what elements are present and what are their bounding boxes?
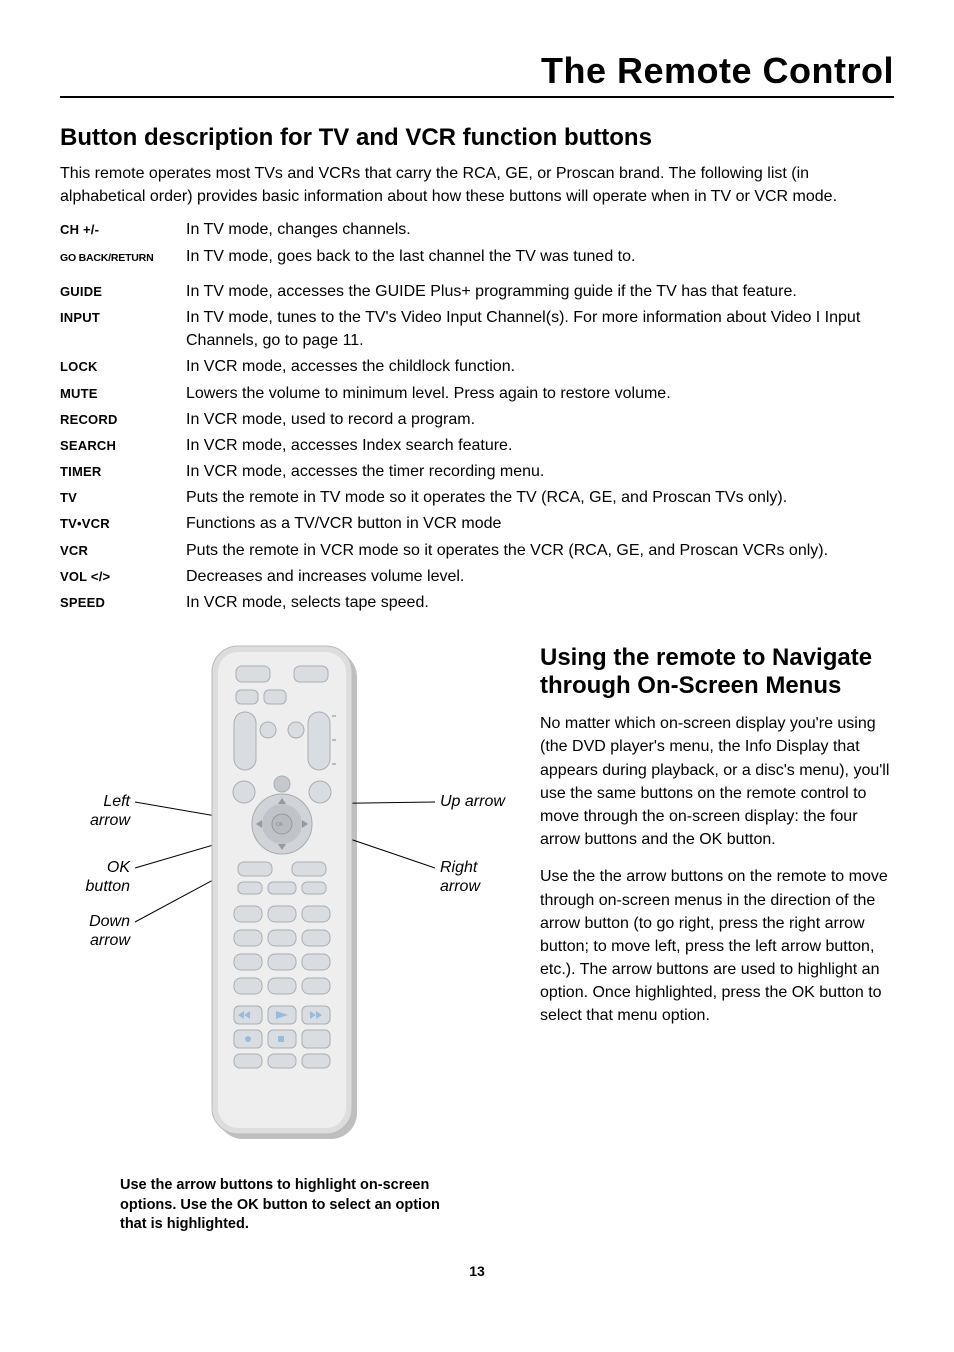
label-ok-button: OK button — [60, 858, 130, 896]
def-desc: In VCR mode, accesses the timer recordin… — [186, 460, 894, 483]
def-row: TVPuts the remote in TV mode so it opera… — [60, 486, 894, 509]
figure-caption: Use the arrow buttons to highlight on-sc… — [120, 1176, 450, 1235]
label-right-arrow: Right arrow — [440, 858, 520, 896]
def-desc: Lowers the volume to minimum level. Pres… — [186, 382, 894, 405]
label-down-arrow: Down arrow — [60, 912, 130, 950]
def-desc: In VCR mode, used to record a program. — [186, 408, 894, 431]
manual-page: The Remote Control Button description fo… — [0, 0, 954, 1309]
def-term: TV•VCR — [60, 516, 186, 531]
def-term: VOL </> — [60, 569, 186, 584]
def-row: SEARCHIn VCR mode, accesses Index search… — [60, 434, 894, 457]
def-row: GO BACK/RETURNIn TV mode, goes back to t… — [60, 245, 894, 268]
button-definition-list: CH +/-In TV mode, changes channels.GO BA… — [60, 218, 894, 614]
remote-control-icon: OK — [210, 644, 360, 1144]
def-term: TV — [60, 490, 186, 505]
def-term: CH +/- — [60, 222, 186, 237]
page-title: The Remote Control — [60, 50, 894, 98]
label-up-arrow: Up arrow — [440, 792, 520, 811]
svg-text:OK: OK — [276, 822, 284, 828]
section-button-desc-intro: This remote operates most TVs and VCRs t… — [60, 162, 894, 208]
nav-paragraph-1: No matter which on-screen display you're… — [540, 712, 894, 851]
def-desc: Puts the remote in VCR mode so it operat… — [186, 539, 894, 562]
def-desc: In VCR mode, accesses the childlock func… — [186, 355, 894, 378]
label-left-arrow: Left arrow — [60, 792, 130, 830]
def-term: RECORD — [60, 412, 186, 427]
def-desc: Puts the remote in TV mode so it operate… — [186, 486, 894, 509]
def-row: MUTELowers the volume to minimum level. … — [60, 382, 894, 405]
def-row: TV•VCRFunctions as a TV/VCR button in VC… — [60, 512, 894, 535]
remote-figure-column: Left arrow OK button Down arrow Up arrow… — [60, 644, 510, 1235]
def-row: VCRPuts the remote in VCR mode so it ope… — [60, 539, 894, 562]
def-term: GUIDE — [60, 284, 186, 299]
def-row: TIMERIn VCR mode, accesses the timer rec… — [60, 460, 894, 483]
def-desc: In VCR mode, selects tape speed. — [186, 591, 894, 614]
nav-paragraph-2: Use the the arrow buttons on the remote … — [540, 865, 894, 1027]
def-row: GUIDEIn TV mode, accesses the GUIDE Plus… — [60, 280, 894, 303]
def-desc: In TV mode, goes back to the last channe… — [186, 245, 894, 268]
nav-instructions-column: Using the remote to Navigate through On-… — [540, 644, 894, 1235]
def-term: VCR — [60, 543, 186, 558]
def-desc: Functions as a TV/VCR button in VCR mode — [186, 512, 894, 535]
def-term: MUTE — [60, 386, 186, 401]
def-desc: In TV mode, tunes to the TV's Video Inpu… — [186, 306, 894, 352]
def-desc: Decreases and increases volume level. — [186, 565, 894, 588]
page-number: 13 — [60, 1263, 894, 1279]
def-term: LOCK — [60, 359, 186, 374]
def-row: LOCKIn VCR mode, accesses the childlock … — [60, 355, 894, 378]
lower-columns: Left arrow OK button Down arrow Up arrow… — [60, 644, 894, 1235]
def-term: SEARCH — [60, 438, 186, 453]
def-row: INPUTIn TV mode, tunes to the TV's Video… — [60, 306, 894, 352]
def-desc: In TV mode, changes channels. — [186, 218, 894, 241]
def-row: RECORDIn VCR mode, used to record a prog… — [60, 408, 894, 431]
def-desc: In TV mode, accesses the GUIDE Plus+ pro… — [186, 280, 894, 303]
def-term: INPUT — [60, 310, 186, 325]
def-desc: In VCR mode, accesses Index search featu… — [186, 434, 894, 457]
def-term: TIMER — [60, 464, 186, 479]
def-row: VOL </>Decreases and increases volume le… — [60, 565, 894, 588]
section-nav-title: Using the remote to Navigate through On-… — [540, 644, 894, 700]
def-term: GO BACK/RETURN — [60, 252, 186, 264]
def-row: CH +/-In TV mode, changes channels. — [60, 218, 894, 241]
def-row: SPEEDIn VCR mode, selects tape speed. — [60, 591, 894, 614]
section-button-desc-title: Button description for TV and VCR functi… — [60, 124, 894, 152]
remote-diagram: Left arrow OK button Down arrow Up arrow… — [60, 644, 510, 1164]
def-term: SPEED — [60, 595, 186, 610]
